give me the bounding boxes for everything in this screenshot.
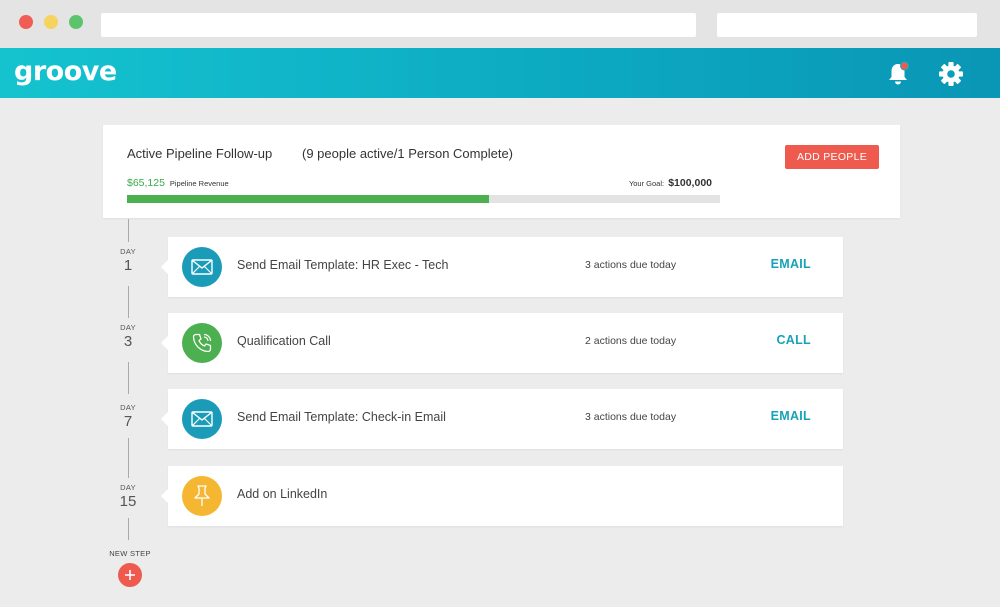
step-card[interactable]: Add on LinkedIn	[161, 466, 843, 526]
window-maximize-button[interactable]	[69, 15, 83, 29]
window-close-button[interactable]	[19, 15, 33, 29]
add-step-button[interactable]	[118, 563, 142, 587]
step-title: Add on LinkedIn	[237, 487, 328, 501]
goal: Your Goal: $100,000	[629, 177, 712, 189]
day-marker: DAY 3	[120, 323, 136, 350]
timeline-line	[128, 219, 129, 242]
pin-icon	[182, 476, 222, 516]
revenue-amount: $65,125	[127, 177, 165, 189]
email-icon	[182, 399, 222, 439]
pipeline-status: (9 people active/1 Person Complete)	[302, 146, 514, 161]
add-people-button[interactable]: ADD PEOPLE	[785, 145, 879, 169]
browser-search-bar[interactable]	[717, 13, 977, 37]
app-header: groove	[0, 48, 1000, 98]
bell-icon[interactable]	[884, 60, 912, 88]
phone-icon	[182, 323, 222, 363]
timeline-line	[128, 438, 129, 478]
day-marker: DAY 1	[120, 247, 136, 274]
step-card[interactable]: Send Email Template: HR Exec - Tech 3 ac…	[161, 237, 843, 297]
step-card[interactable]: Qualification Call 2 actions due today C…	[161, 313, 843, 373]
window-minimize-button[interactable]	[44, 15, 58, 29]
plus-icon	[125, 570, 135, 580]
timeline-line	[128, 286, 129, 318]
address-bar[interactable]	[101, 13, 696, 37]
day-marker: DAY 7	[120, 403, 136, 430]
pipeline-title: Active Pipeline Follow-up	[127, 146, 273, 161]
email-action-link[interactable]: EMAIL	[771, 409, 811, 423]
pipeline-card: Active Pipeline Follow-up (9 people acti…	[103, 125, 900, 218]
step-due: 2 actions due today	[585, 335, 677, 347]
timeline-line	[128, 518, 129, 540]
progress-track	[127, 195, 720, 203]
pipeline-revenue: $65,125 Pipeline Revenue	[127, 177, 229, 189]
notification-dot	[900, 61, 909, 71]
step-due: 3 actions due today	[585, 411, 677, 423]
timeline-line	[128, 362, 129, 394]
call-action-link[interactable]: CALL	[776, 333, 811, 347]
gear-icon[interactable]	[937, 60, 965, 88]
day-marker: DAY 15	[119, 483, 137, 510]
step-title: Send Email Template: HR Exec - Tech	[237, 258, 449, 272]
revenue-label: Pipeline Revenue	[169, 179, 229, 188]
goal-label: Your Goal:	[628, 179, 665, 188]
groove-logo[interactable]: groove	[14, 56, 117, 87]
step-title: Send Email Template: Check-in Email	[237, 410, 446, 424]
goal-value: $100,000	[668, 177, 712, 189]
new-step-label: NEW STEP	[109, 549, 151, 558]
email-icon	[182, 247, 222, 287]
step-due: 3 actions due today	[585, 259, 677, 271]
email-action-link[interactable]: EMAIL	[771, 257, 811, 271]
browser-chrome	[0, 0, 1000, 48]
step-card[interactable]: Send Email Template: Check-in Email 3 ac…	[161, 389, 843, 449]
step-title: Qualification Call	[237, 334, 331, 348]
progress-fill	[127, 195, 489, 203]
